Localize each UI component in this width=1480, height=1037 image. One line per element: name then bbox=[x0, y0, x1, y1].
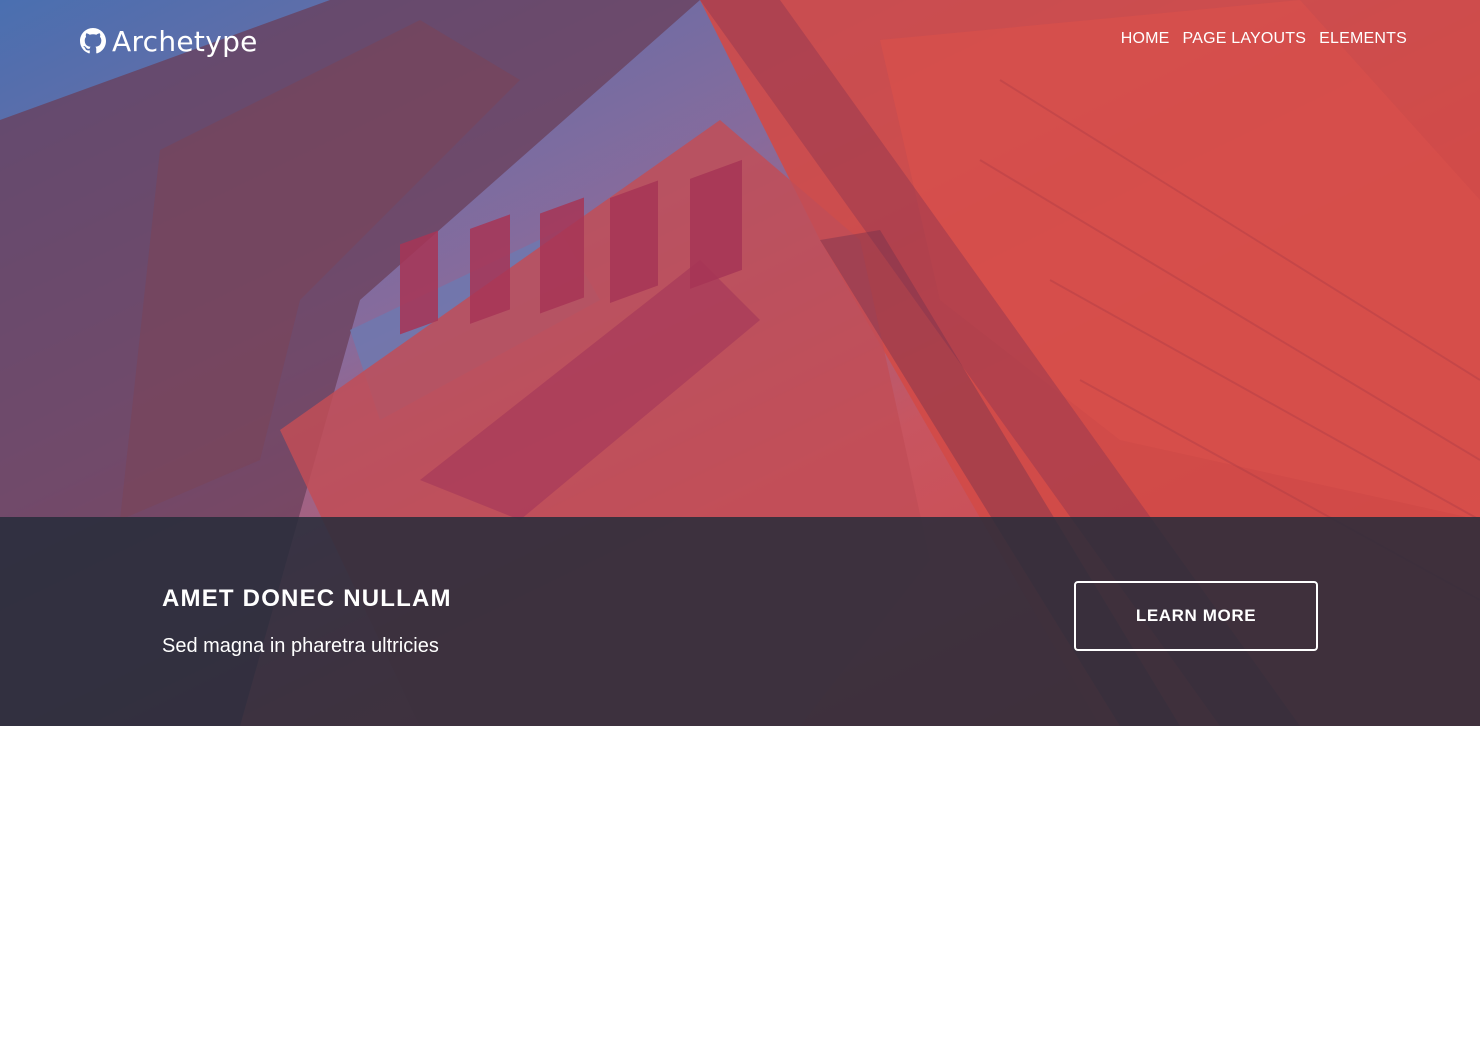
nav-item-home[interactable]: HOME bbox=[1121, 30, 1170, 48]
nav-item-elements[interactable]: ELEMENTS bbox=[1319, 30, 1407, 48]
hero-section: Archetype HOME PAGE LAYOUTS ELEMENTS AME… bbox=[0, 0, 1480, 726]
banner-subtitle: Sed magna in pharetra ultricies bbox=[162, 635, 439, 657]
brand-name: Archetype bbox=[112, 24, 258, 58]
site-header: Archetype HOME PAGE LAYOUTS ELEMENTS bbox=[0, 0, 1480, 80]
learn-more-button[interactable]: LEARN MORE bbox=[1074, 581, 1318, 651]
site-logo-link[interactable]: Archetype bbox=[80, 22, 258, 60]
main-nav: HOME PAGE LAYOUTS ELEMENTS bbox=[1121, 30, 1407, 48]
cta-banner: AMET DONEC NULLAM Sed magna in pharetra … bbox=[0, 517, 1480, 726]
content-area bbox=[0, 726, 1480, 1037]
github-icon bbox=[80, 28, 106, 54]
banner-title: AMET DONEC NULLAM bbox=[162, 585, 452, 612]
nav-item-page-layouts[interactable]: PAGE LAYOUTS bbox=[1183, 30, 1307, 48]
